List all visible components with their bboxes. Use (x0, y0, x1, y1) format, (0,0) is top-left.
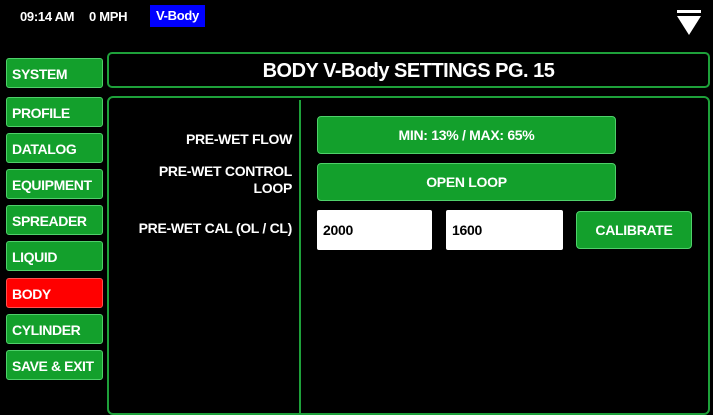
prewet-cal-open-loop-input[interactable]: 2000 (317, 210, 432, 250)
screen: 09:14 AM 0 MPH V-Body SYSTEM PROFILE DAT… (0, 0, 713, 415)
status-time: 09:14 AM (20, 9, 75, 24)
prewet-control-loop-label-line2: LOOP (253, 180, 293, 196)
header-panel: BODY V-Body SETTINGS PG. 15 (107, 52, 710, 88)
status-bar: 09:14 AM 0 MPH V-Body (0, 0, 713, 36)
sidebar-item-liquid[interactable]: LIQUID (6, 241, 103, 271)
sidebar-item-equipment[interactable]: EQUIPMENT (6, 169, 103, 199)
sidebar-item-save-exit[interactable]: SAVE & EXIT (6, 350, 103, 380)
status-speed: 0 MPH (89, 9, 128, 24)
sidebar-item-spreader[interactable]: SPREADER (6, 205, 103, 235)
triangle-down-icon[interactable] (676, 10, 702, 36)
sidebar-item-profile[interactable]: PROFILE (6, 97, 103, 127)
prewet-control-loop-button[interactable]: OPEN LOOP (317, 163, 616, 201)
prewet-control-loop-label-line1: PRE-WET CONTROL (158, 163, 292, 179)
calibrate-button[interactable]: CALIBRATE (576, 211, 692, 249)
sidebar-item-body[interactable]: BODY (6, 278, 103, 308)
prewet-flow-label: PRE-WET FLOW (185, 131, 292, 147)
prewet-flow-button[interactable]: MIN: 13% / MAX: 65% (317, 116, 616, 154)
prewet-cal-label: PRE-WET CAL (OL / CL) (138, 220, 293, 236)
page-title: BODY V-Body SETTINGS PG. 15 (262, 60, 555, 82)
status-profile-badge: V-Body (150, 5, 205, 27)
column-divider (299, 100, 301, 415)
prewet-control-loop-label: PRE-WET CONTROL LOOP (110, 163, 292, 197)
prewet-cal-closed-loop-input[interactable]: 1600 (446, 210, 563, 250)
sidebar-item-cylinder[interactable]: CYLINDER (6, 314, 103, 344)
sidebar-item-system[interactable]: SYSTEM (6, 58, 103, 88)
sidebar-item-datalog[interactable]: DATALOG (6, 133, 103, 163)
